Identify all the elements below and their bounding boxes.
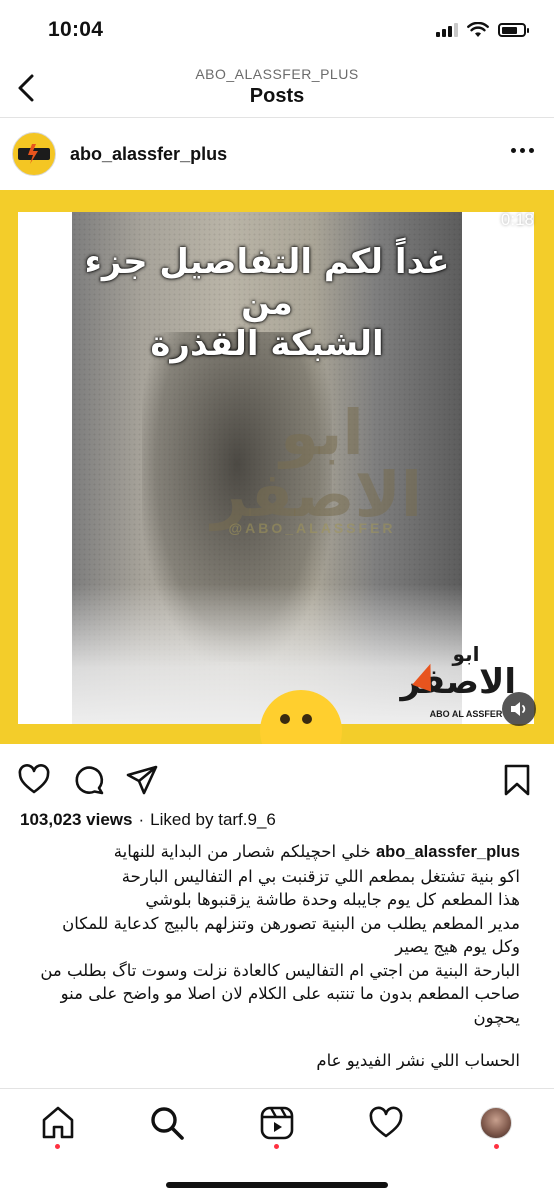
logo-line-3: ABO AL ASSFER xyxy=(429,709,503,719)
post-username[interactable]: abo_alassfer_plus xyxy=(70,144,227,165)
video-duration: 0:18 xyxy=(500,210,534,229)
nav-header: ABO_ALASSFER_PLUS Posts xyxy=(0,60,554,118)
watermark-line-1: ابو xyxy=(280,396,364,469)
reels-notification-dot xyxy=(274,1144,279,1149)
video-content: غداً لكم التفاصيل جزء من الشبكة القذرة ا… xyxy=(72,212,462,724)
liked-by-label: Liked by xyxy=(150,810,214,829)
overlay-line-1: غداً لكم التفاصيل جزء من xyxy=(84,242,450,323)
caption-line: abo_alassfer_plus خلي احچيلكم شصار من ال… xyxy=(20,840,520,865)
home-icon[interactable] xyxy=(40,1105,76,1141)
profile-notification-dot xyxy=(494,1144,499,1149)
avatar[interactable] xyxy=(12,132,56,176)
battery-icon xyxy=(498,23,529,37)
activity-heart-icon[interactable] xyxy=(368,1105,404,1141)
dot xyxy=(529,148,534,153)
speaker-icon xyxy=(511,702,526,716)
watermark: ابو الاصفر xyxy=(211,396,422,531)
post-video[interactable]: غداً لكم التفاصيل جزء من الشبكة القذرة ا… xyxy=(0,190,554,744)
views-count: 103,023 views xyxy=(20,810,133,829)
caption-username[interactable]: abo_alassfer_plus xyxy=(376,843,520,861)
overlay-line-2: الشبكة القذرة xyxy=(150,323,384,364)
caption-line: صاحب المطعم بدون ما تنتبه على الكلام لان… xyxy=(60,984,520,1003)
video-overlay-text: غداً لكم التفاصيل جزء من الشبكة القذرة xyxy=(72,242,462,364)
more-options-button[interactable] xyxy=(511,148,534,153)
search-icon[interactable] xyxy=(149,1105,185,1141)
brand-logo-icon xyxy=(18,144,50,164)
post-actions xyxy=(0,755,554,803)
dot xyxy=(520,148,525,153)
caption-line: وكل يوم هيج يصير xyxy=(395,937,520,956)
dot xyxy=(511,148,516,153)
share-icon[interactable] xyxy=(125,763,159,797)
wifi-icon xyxy=(467,22,489,37)
bookmark-icon[interactable] xyxy=(500,763,534,797)
heart-icon[interactable] xyxy=(17,763,51,797)
post-header: abo_alassfer_plus xyxy=(0,118,554,190)
status-icons xyxy=(436,22,529,38)
caption-line: يحچون xyxy=(473,1007,520,1027)
caption-text: خلي احچيلكم شصار من البداية للنهاية xyxy=(113,842,371,861)
post-caption: abo_alassfer_plus خلي احچيلكم شصار من ال… xyxy=(20,840,520,1073)
floor-light xyxy=(72,584,462,724)
status-bar: 10:04 xyxy=(0,0,554,60)
views-line: 103,023 views · Liked by tarf.9_6 xyxy=(20,810,276,830)
cellular-signal-icon xyxy=(436,23,458,37)
home-indicator xyxy=(166,1182,388,1188)
page-title: Posts xyxy=(249,85,305,107)
logo-line-1: ابو xyxy=(452,644,480,666)
status-time: 10:04 xyxy=(48,18,104,41)
caption-line: مدير المطعم يطلب من البنية تصورهن وتنزله… xyxy=(62,913,520,933)
home-notification-dot xyxy=(55,1144,60,1149)
bottom-tab-bar xyxy=(0,1088,554,1200)
account-name: ABO_ALASSFER_PLUS xyxy=(195,66,359,82)
caption-line: اكو بنية تشتغل بمطعم اللي تزقنبت بي ام ا… xyxy=(121,866,520,886)
mute-button[interactable] xyxy=(502,692,536,726)
profile-avatar[interactable] xyxy=(480,1107,512,1139)
liked-by-user[interactable]: tarf.9_6 xyxy=(218,810,276,829)
watermark-line-2: الاصفر xyxy=(211,458,422,531)
caption-line: البارحة البنية من اجتي ام التفاليس كالعا… xyxy=(40,960,520,980)
reels-icon[interactable] xyxy=(259,1105,295,1141)
watermark-handle: @ABO_ALASSFER xyxy=(228,520,396,536)
separator: · xyxy=(138,810,145,829)
caption-line: هذا المطعم كل يوم جايبله وحدة طاشة يزقنب… xyxy=(145,890,520,909)
caption-line: الحساب اللي نشر الفيديو عام xyxy=(316,1051,520,1070)
comment-icon[interactable] xyxy=(72,763,106,797)
brand-logo: ابو الاصفر ABO AL ASSFER xyxy=(401,644,516,719)
